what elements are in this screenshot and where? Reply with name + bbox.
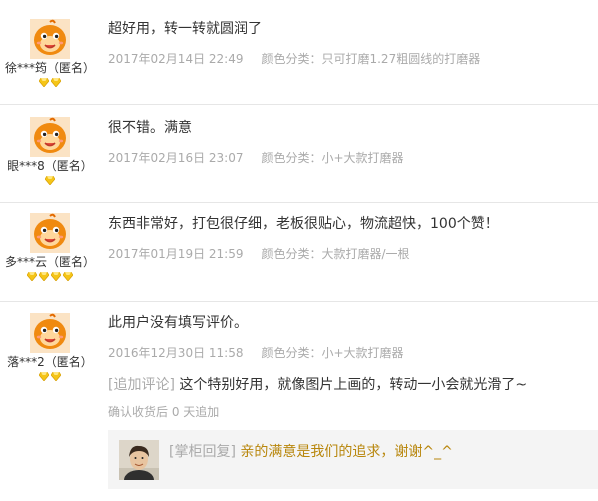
reviewer-name: 多***云（匿名）: [4, 255, 95, 269]
reply-message: 亲的满意是我们的追求，谢谢^_^: [240, 444, 453, 460]
reviewer-info: 徐***筠（匿名）: [0, 0, 100, 90]
review-date: 2017年01月19日 21:59: [108, 247, 244, 261]
review-meta: 2017年02月16日 23:07 颜色分类：小+大款打磨器: [108, 150, 588, 166]
appended-review: [追加评论] 这个特别好用，就像图片上画的，转动一小会就光滑了~: [108, 376, 588, 394]
review-date: 2017年02月16日 23:07: [108, 151, 244, 165]
review-sku: 颜色分类：小+大款打磨器: [261, 151, 404, 165]
append-tag: [追加评论]: [108, 377, 175, 393]
yellow-diamond-icon: [63, 272, 73, 281]
yellow-diamond-icon: [45, 176, 55, 185]
reviewer-name: 眼***8（匿名）: [7, 159, 93, 173]
reviewer-level-badges: [0, 272, 100, 284]
review-content: 超好用，转一转就圆润了 2017年02月14日 22:49 颜色分类：只可打磨1.…: [108, 20, 588, 67]
orange-cartoon-avatar-icon: [30, 117, 70, 157]
reviewer-info: 眼***8（匿名）: [0, 105, 100, 188]
reviewer-name: 徐***筠（匿名）: [4, 61, 95, 75]
review-content: 东西非常好，打包很仔细，老板很贴心，物流超快，100个赞！ 2017年01月19…: [108, 215, 588, 262]
append-text: 这个特别好用，就像图片上画的，转动一小会就光滑了~: [179, 377, 528, 393]
yellow-diamond-icon: [51, 372, 61, 381]
append-meta: 确认收货后 0 天追加: [108, 405, 220, 419]
review-item: 落***2（匿名） 此用户没有填写评价。 2016年12月30日 11:58 颜色…: [0, 302, 598, 501]
yellow-diamond-icon: [27, 272, 37, 281]
reviewer-level-badges: [0, 78, 100, 90]
orange-cartoon-avatar-icon: [30, 19, 70, 59]
reviewer-info: 落***2（匿名）: [0, 302, 100, 384]
yellow-diamond-icon: [39, 272, 49, 281]
seller-reply-text: [掌柜回复] 亲的满意是我们的追求，谢谢^_^: [169, 443, 453, 461]
reviewer-info: 多***云（匿名）: [0, 203, 100, 284]
review-text: 东西非常好，打包很仔细，老板很贴心，物流超快，100个赞！: [108, 216, 499, 232]
review-meta: 2017年02月14日 22:49 颜色分类：只可打磨1.27粗圆线的打磨器: [108, 51, 588, 67]
seller-photo-avatar: [119, 440, 159, 480]
review-item: 徐***筠（匿名） 超好用，转一转就圆润了 2017年02月14日 22:49 颜…: [0, 0, 598, 105]
review-meta: 2016年12月30日 11:58 颜色分类：小+大款打磨器: [108, 345, 588, 361]
yellow-diamond-icon: [51, 272, 61, 281]
seller-reply: [掌柜回复] 亲的满意是我们的追求，谢谢^_^: [108, 430, 598, 489]
review-sku: 颜色分类：大款打磨器/一根: [261, 247, 410, 261]
review-content: 很不错。满意 2017年02月16日 23:07 颜色分类：小+大款打磨器: [108, 119, 588, 166]
orange-cartoon-avatar-icon: [30, 213, 70, 253]
yellow-diamond-icon: [51, 78, 61, 87]
review-text: 很不错。满意: [108, 120, 192, 136]
review-sku: 颜色分类：只可打磨1.27粗圆线的打磨器: [261, 52, 481, 66]
reviewer-name: 落***2（匿名）: [7, 355, 93, 369]
review-item: 眼***8（匿名） 很不错。满意 2017年02月16日 23:07 颜色分类：小…: [0, 105, 598, 203]
yellow-diamond-icon: [39, 372, 49, 381]
review-text: 此用户没有填写评价。: [108, 315, 248, 331]
review-content: 此用户没有填写评价。 2016年12月30日 11:58 颜色分类：小+大款打磨器…: [108, 314, 588, 420]
yellow-diamond-icon: [39, 78, 49, 87]
reviewer-level-badges: [0, 372, 100, 384]
review-date: 2016年12月30日 11:58: [108, 346, 244, 360]
review-text: 超好用，转一转就圆润了: [108, 21, 262, 37]
review-item: 多***云（匿名） 东西非常好，打包很仔细，老板很贴心，物流超快，100个赞！ …: [0, 203, 598, 302]
review-sku: 颜色分类：小+大款打磨器: [261, 346, 404, 360]
reviewer-level-badges: [0, 176, 100, 188]
review-date: 2017年02月14日 22:49: [108, 52, 244, 66]
review-meta: 2017年01月19日 21:59 颜色分类：大款打磨器/一根: [108, 246, 588, 262]
orange-cartoon-avatar-icon: [30, 313, 70, 353]
reply-tag: [掌柜回复]: [169, 444, 236, 460]
